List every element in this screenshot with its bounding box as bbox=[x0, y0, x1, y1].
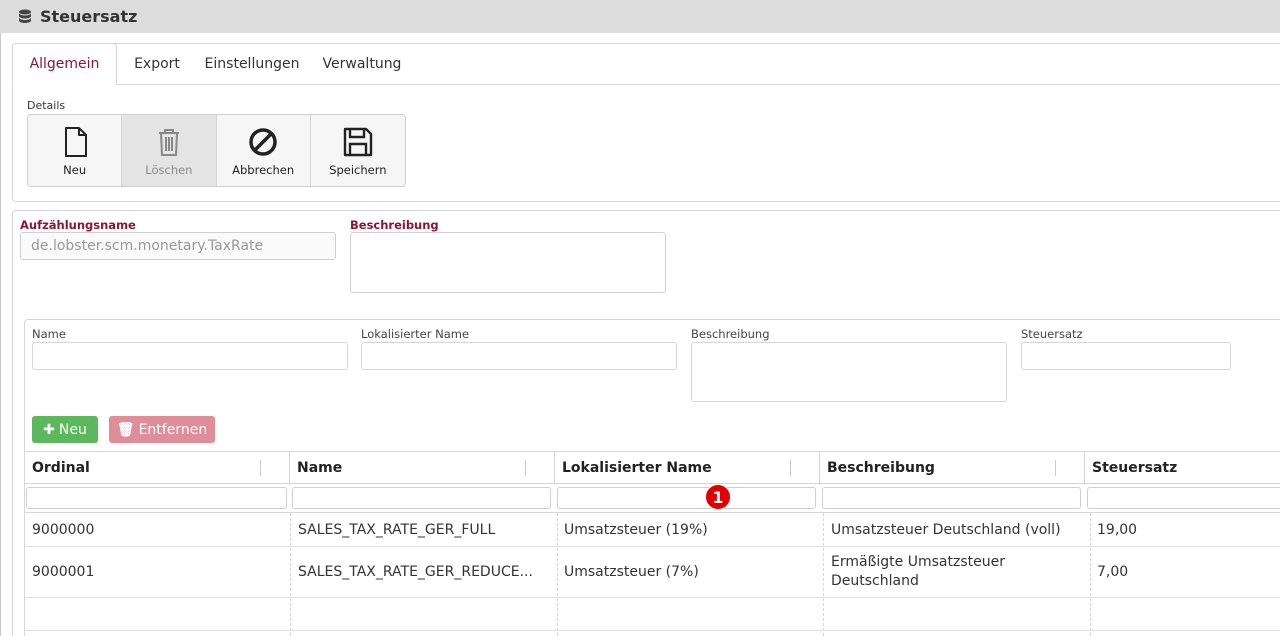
new-button-label: Neu bbox=[63, 163, 87, 177]
description-label: Beschreibung bbox=[350, 218, 439, 232]
data-grid: Ordinal Name Lokalisierter Name Beschrei… bbox=[24, 451, 1280, 636]
table-cell[interactable]: SALES_TAX_RATE_GER_FULL bbox=[298, 513, 495, 546]
entry-name-input[interactable] bbox=[32, 342, 348, 370]
column-divider bbox=[290, 513, 291, 636]
enum-name-label: Aufzählungsname bbox=[20, 218, 136, 232]
plus-icon: ✚ bbox=[43, 421, 55, 438]
table-cell[interactable]: Umsatzsteuer (19%) bbox=[564, 513, 708, 546]
column-divider bbox=[823, 513, 824, 636]
column-divider bbox=[1090, 513, 1091, 636]
title-bar: Steuersatz bbox=[0, 0, 1280, 33]
table-cell[interactable]: Ermäßigte Umsatzsteuer Deutschland bbox=[831, 547, 1076, 597]
window-title: Steuersatz bbox=[40, 7, 138, 26]
add-row-label: Neu bbox=[58, 421, 87, 438]
tab-verwaltung[interactable]: Verwaltung bbox=[307, 43, 417, 85]
ban-icon bbox=[249, 128, 277, 156]
column-divider bbox=[289, 451, 290, 485]
delete-button[interactable]: Löschen bbox=[122, 115, 217, 186]
row-divider bbox=[24, 630, 1280, 631]
tab-einstellungen[interactable]: Einstellungen bbox=[197, 43, 307, 85]
add-row-button[interactable]: ✚ Neu bbox=[32, 416, 98, 443]
filter-description-input[interactable] bbox=[822, 487, 1081, 509]
entry-localized-input[interactable] bbox=[361, 342, 677, 370]
annotation-badge: 1 bbox=[705, 484, 731, 510]
row-divider bbox=[24, 597, 1280, 598]
column-header-tax-rate[interactable]: Steuersatz bbox=[1084, 451, 1280, 484]
column-divider bbox=[554, 451, 555, 485]
save-icon bbox=[343, 127, 373, 157]
new-button[interactable]: Neu bbox=[28, 115, 123, 186]
entry-name-label: Name bbox=[32, 327, 66, 341]
table-cell[interactable]: Umsatzsteuer Deutschland (voll) bbox=[831, 513, 1061, 546]
entry-description-textarea[interactable] bbox=[691, 342, 1007, 402]
enum-name-field[interactable]: de.lobster.scm.monetary.TaxRate bbox=[20, 232, 336, 260]
table-cell[interactable]: 19,00 bbox=[1097, 513, 1137, 546]
filter-name-input[interactable] bbox=[292, 487, 551, 509]
tab-bar-divider bbox=[117, 84, 1280, 85]
column-header-localized-name[interactable]: Lokalisierter Name bbox=[554, 451, 819, 484]
tab-export[interactable]: Export bbox=[117, 43, 197, 85]
remove-row-button[interactable]: 🗑 Entfernen bbox=[109, 416, 215, 443]
save-button-label: Speichern bbox=[329, 163, 387, 177]
column-divider bbox=[1084, 451, 1085, 485]
column-divider bbox=[557, 513, 558, 636]
tab-allgemein[interactable]: Allgemein bbox=[12, 43, 117, 85]
entry-rate-input[interactable] bbox=[1021, 342, 1231, 370]
cancel-button-label: Abbrechen bbox=[232, 163, 295, 177]
column-header-name[interactable]: Name bbox=[289, 451, 554, 484]
details-toolbar: Neu Löschen Abbrechen Speichern bbox=[27, 114, 406, 187]
entry-rate-label: Steuersatz bbox=[1021, 327, 1083, 341]
filter-ordinal-input[interactable] bbox=[26, 487, 287, 509]
column-divider bbox=[819, 451, 820, 485]
delete-button-label: Löschen bbox=[145, 163, 193, 177]
entry-description-label: Beschreibung bbox=[691, 327, 770, 341]
remove-row-label: Entfernen bbox=[138, 421, 208, 438]
left-edge bbox=[0, 33, 1, 636]
table-cell[interactable]: 9000000 bbox=[32, 513, 94, 546]
table-cell[interactable]: Umsatzsteuer (7%) bbox=[564, 547, 699, 597]
filter-localized-name-input[interactable] bbox=[557, 487, 816, 509]
trash-icon bbox=[158, 129, 179, 156]
column-header-ordinal[interactable]: Ordinal bbox=[24, 451, 289, 484]
column-header-description[interactable]: Beschreibung bbox=[819, 451, 1084, 484]
table-cell[interactable]: 9000001 bbox=[32, 547, 94, 597]
entry-localized-label: Lokalisierter Name bbox=[361, 327, 470, 341]
tab-bar: Allgemein Export Einstellungen Verwaltun… bbox=[12, 43, 417, 85]
new-file-icon bbox=[64, 127, 87, 157]
trash-icon: 🗑 bbox=[116, 421, 135, 438]
database-icon bbox=[19, 9, 31, 23]
cancel-button[interactable]: Abbrechen bbox=[216, 115, 311, 186]
description-textarea[interactable] bbox=[350, 232, 666, 293]
table-cell[interactable]: SALES_TAX_RATE_GER_REDUCE... bbox=[298, 547, 533, 597]
filter-tax-rate-input[interactable] bbox=[1087, 487, 1280, 509]
table-cell[interactable]: 7,00 bbox=[1097, 547, 1128, 597]
details-label: Details bbox=[27, 99, 66, 112]
save-button[interactable]: Speichern bbox=[310, 115, 405, 186]
